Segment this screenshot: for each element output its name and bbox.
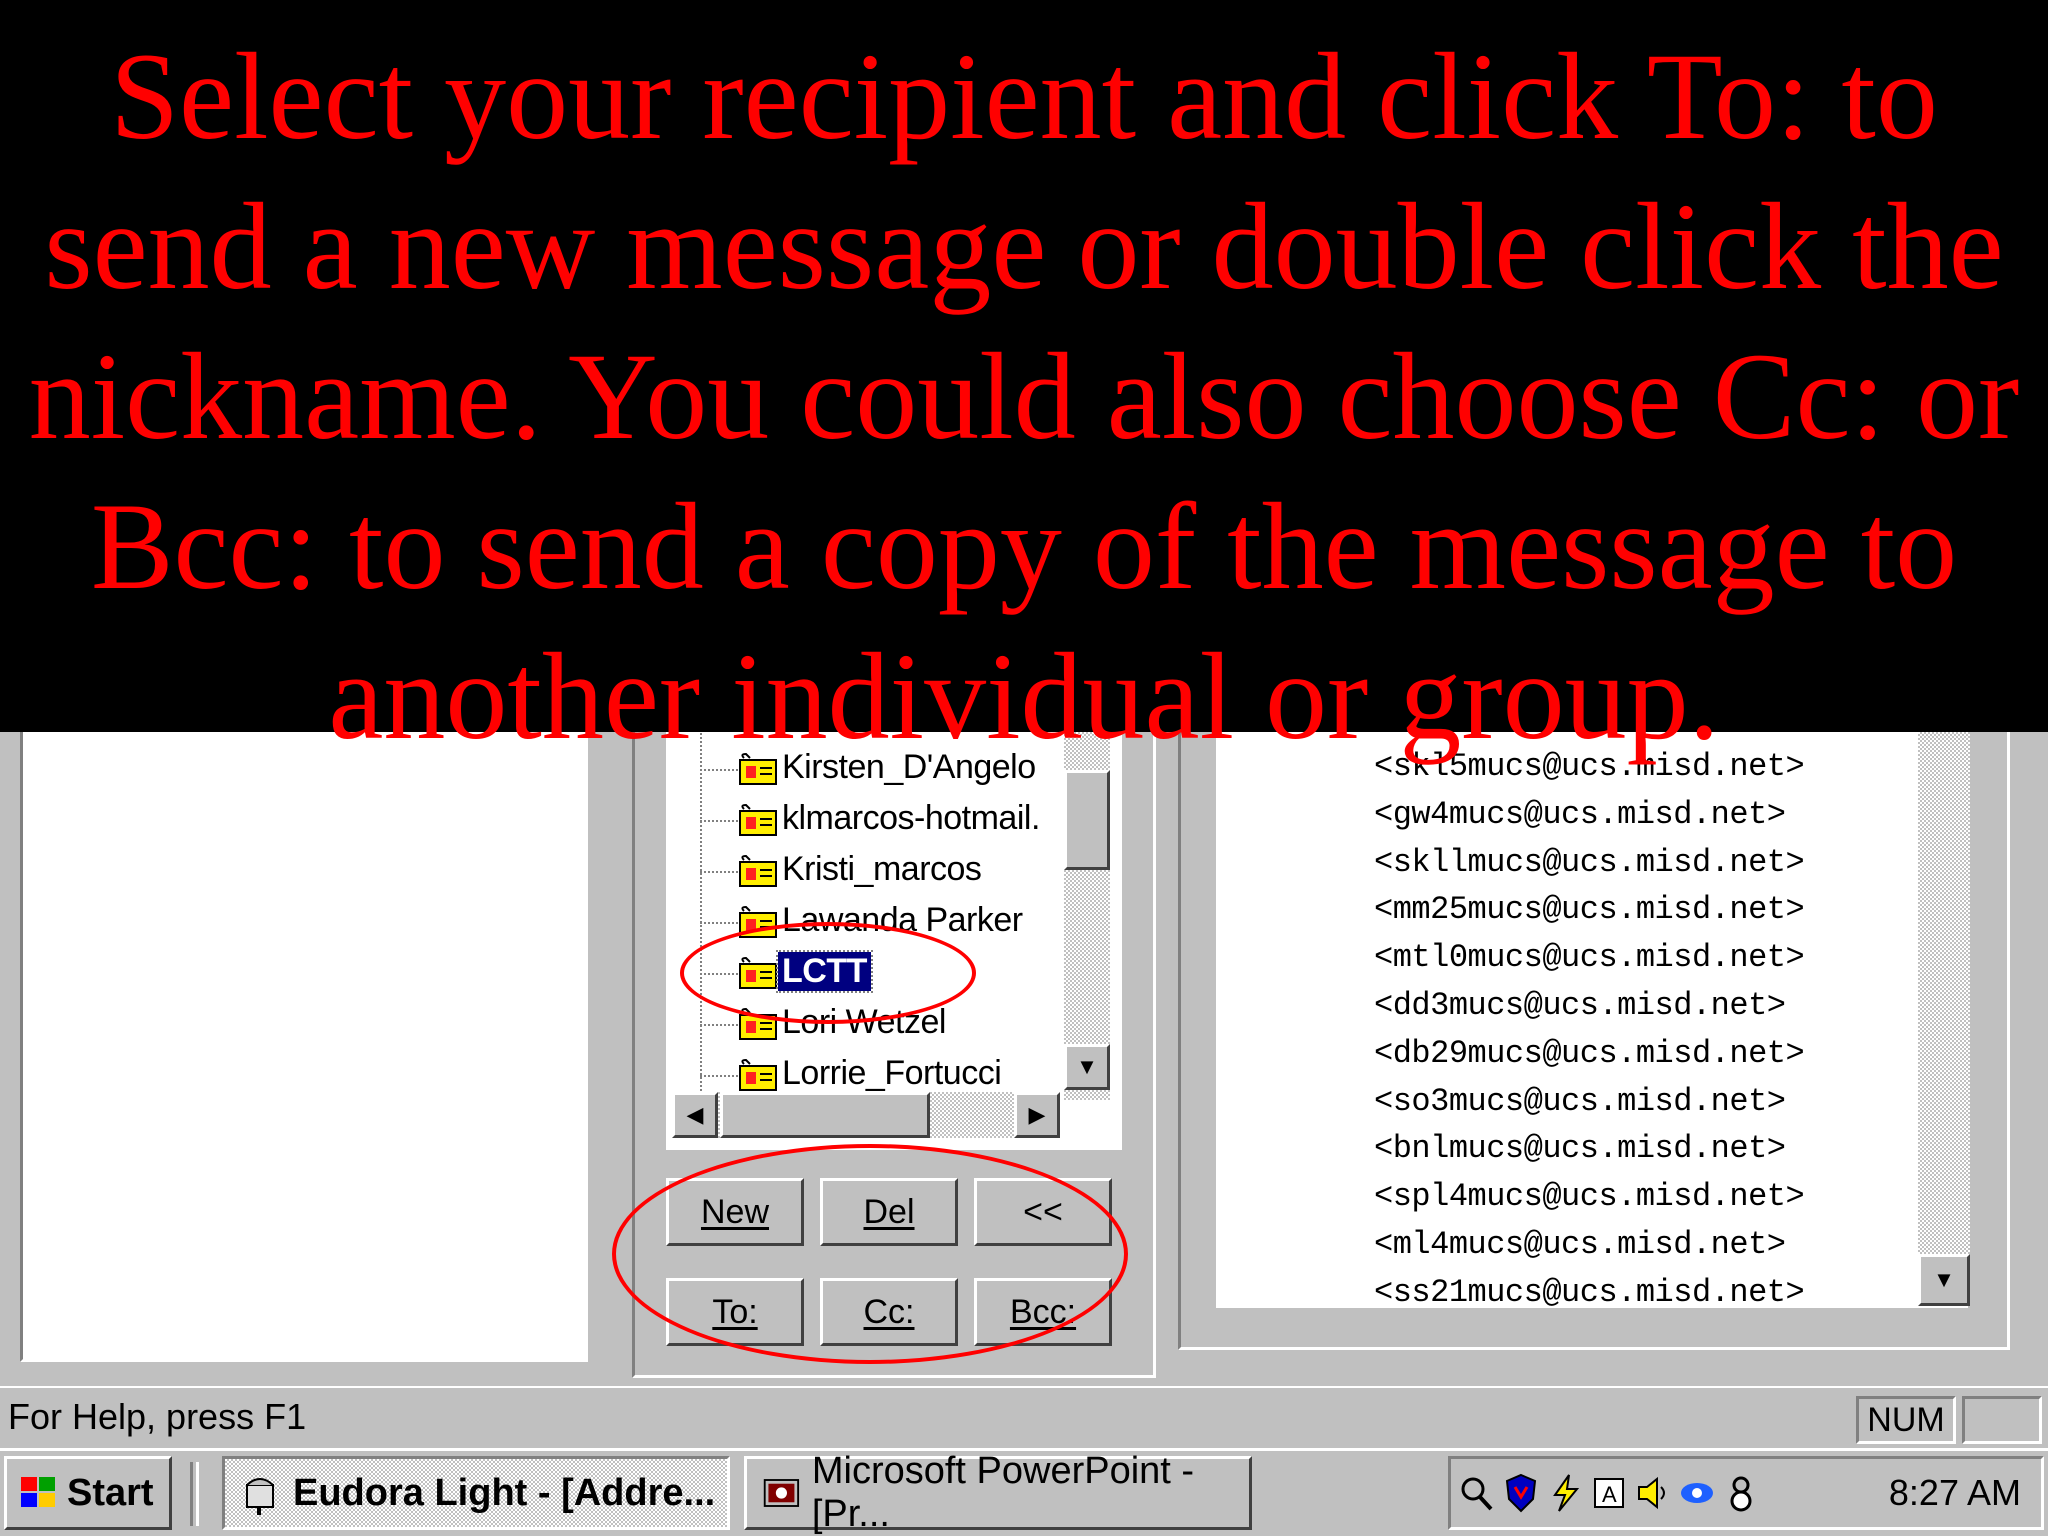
taskbar-powerpoint-label: Microsoft PowerPoint - [Pr... [811,1450,1195,1535]
address-line: <skllmucs@ucs.misd.net> [1374,843,1805,881]
magnifier-icon[interactable] [1459,1473,1495,1513]
address-line: <db29mucs@ucs.misd.net> [1374,1034,1805,1072]
powerpoint-icon [763,1479,800,1507]
lock-icon[interactable] [1723,1473,1759,1513]
scroll-right-arrow-icon[interactable]: ▶ [1014,1092,1060,1138]
system-tray: A 8:27 AM [1448,1456,2044,1530]
status-blank-box [1962,1396,2042,1444]
nickname-row[interactable]: klmarcos-hotmail. [700,795,1070,845]
address-line: <so3mucs@ucs.misd.net> [1374,1082,1786,1120]
address-card-icon [739,1058,777,1091]
address-line: <dd3mucs@ucs.misd.net> [1374,987,1786,1024]
tree-dots [700,871,738,873]
tree-dots [700,820,738,822]
address-line: <ss21mucs@ucs.misd.net> [1374,1273,1805,1308]
speaker-icon[interactable] [1635,1473,1671,1513]
tree-dots [700,1024,738,1026]
taskbar-separator [190,1462,199,1526]
address-line: <spl4mucs@ucs.misd.net> [1374,1178,1805,1216]
caption-banner: Select your recipient and click To: to s… [0,0,2048,765]
address-scroll-down-icon[interactable]: ▼ [1918,1254,1970,1306]
taskbar-powerpoint[interactable]: Microsoft PowerPoint - [Pr... [744,1450,1252,1535]
tree-dots [700,922,738,924]
mailbox-icon [246,1478,274,1515]
caption-text: Select your recipient and click To: to s… [28,28,2020,765]
address-line: <bnlmucs@ucs.misd.net> [1374,1130,1786,1168]
tree-dots [700,1075,738,1077]
highlight-ellipse-buttons [612,1144,1128,1364]
left-panel[interactable] [20,700,588,1362]
network-eye-icon[interactable] [1679,1473,1715,1513]
font-a-icon[interactable]: A [1591,1473,1627,1513]
scroll-left-arrow-icon[interactable]: ◀ [672,1092,718,1138]
taskbar-eudora-label: Eudora Light - [Addre... [293,1471,716,1514]
highlight-ellipse-nickname [680,922,976,1024]
address-line: <mm25mucs@ucs.misd.net> [1374,891,1805,929]
clock: 8:27 AM [1888,1472,2021,1513]
taskbar-eudora[interactable]: Eudora Light - [Addre... [222,1456,730,1530]
nickname-label: klmarcos-hotmail. [782,799,1040,837]
nickname-scroll-thumb[interactable] [1064,770,1110,870]
start-button[interactable]: Start [4,1456,172,1530]
status-bar [0,1386,2048,1448]
address-line: <mtl0mucs@ucs.misd.net> [1374,939,1805,977]
address-list[interactable]: <skl5mucs@ucs.misd.net> <gw4mucs@ucs.misd… [1216,700,1968,1308]
windows-logo-icon [21,1477,55,1507]
lightning-icon[interactable] [1547,1473,1583,1513]
address-line: <gw4mucs@ucs.misd.net> [1374,795,1786,833]
help-status-text: For Help, press F1 [8,1396,307,1437]
nickname-row[interactable]: Kristi_marcos [700,846,1070,896]
nickname-label: Kristi_marcos [782,850,982,888]
address-card-icon [739,803,777,836]
address-card-icon [739,854,777,887]
shield-icon[interactable] [1503,1473,1539,1513]
start-label: Start [67,1471,154,1514]
nickname-label: Lorrie_Fortucci [782,1054,1002,1092]
num-lock-indicator: NUM [1856,1396,1956,1444]
scroll-down-arrow-icon[interactable]: ▼ [1064,1044,1110,1090]
nickname-hscroll-thumb[interactable] [720,1092,930,1138]
address-line: <ml4mucs@ucs.misd.net> [1374,1226,1786,1263]
svg-text:A: A [1602,1482,1617,1507]
address-vertical-scrollbar[interactable] [1918,700,1970,1306]
